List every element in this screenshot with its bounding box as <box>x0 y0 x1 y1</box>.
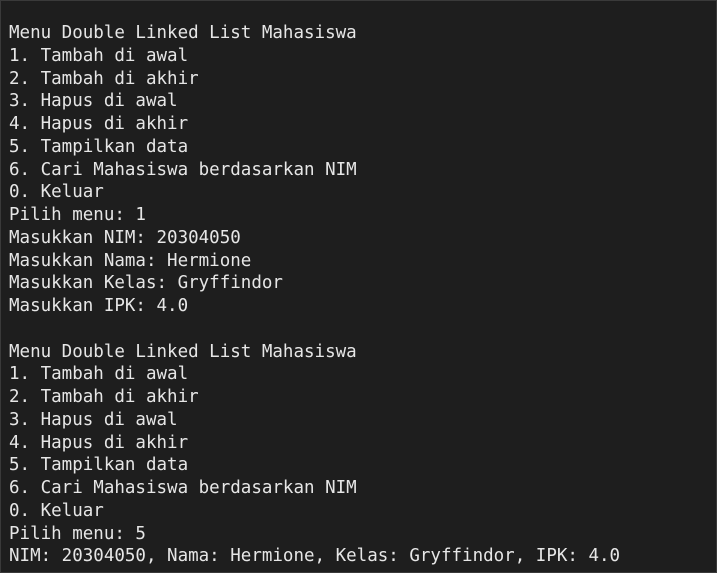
terminal-line-menu-title: Menu Double Linked List Mahasiswa <box>9 23 357 43</box>
terminal-line-menu-option-0: 0. Keluar <box>9 182 104 203</box>
terminal-line-menu-option-5: 5. Tampilkan data <box>9 136 189 157</box>
terminal-line-menu-option-4: 4. Hapus di akhir <box>9 432 189 453</box>
terminal-line-menu-option-1: 1. Tambah di awal <box>9 364 189 385</box>
terminal-line-nama-input: Masukkan Nama: Hermione <box>9 250 252 271</box>
terminal-line-ipk-input: Masukkan IPK: 4.0 <box>9 296 189 316</box>
terminal-line-menu-option-2: 2. Tambah di akhir <box>9 387 199 407</box>
terminal-line-menu-option-6: 6. Cari Mahasiswa berdasarkan NIM <box>9 478 357 498</box>
terminal-line-menu-option-0: 0. Keluar <box>9 500 104 521</box>
terminal-line-menu-choice: Pilih menu: 1 <box>9 205 146 225</box>
terminal-line-data-output: NIM: 20304050, Nama: Hermione, Kelas: Gr… <box>9 546 621 567</box>
terminal-line-menu-option-3: 3. Hapus di awal <box>9 409 178 430</box>
terminal-output: Menu Double Linked List Mahasiswa 1. Tam… <box>9 22 708 568</box>
terminal-line-menu-option-1: 1. Tambah di awal <box>9 45 189 66</box>
terminal-line-menu-title: Menu Double Linked List Mahasiswa <box>9 341 357 362</box>
terminal-line-menu-option-2: 2. Tambah di akhir <box>9 68 199 89</box>
terminal-line-menu-option-5: 5. Tampilkan data <box>9 455 189 476</box>
terminal-line-menu-option-6: 6. Cari Mahasiswa berdasarkan NIM <box>9 159 357 180</box>
terminal-line-menu-choice: Pilih menu: 5 <box>9 523 146 544</box>
terminal-window[interactable]: Menu Double Linked List Mahasiswa 1. Tam… <box>0 0 717 573</box>
terminal-line-kelas-input: Masukkan Kelas: Gryffindor <box>9 273 283 294</box>
terminal-line-menu-option-3: 3. Hapus di awal <box>9 91 178 112</box>
terminal-line-menu-option-4: 4. Hapus di akhir <box>9 114 189 134</box>
terminal-line-nim-input: Masukkan NIM: 20304050 <box>9 227 241 248</box>
